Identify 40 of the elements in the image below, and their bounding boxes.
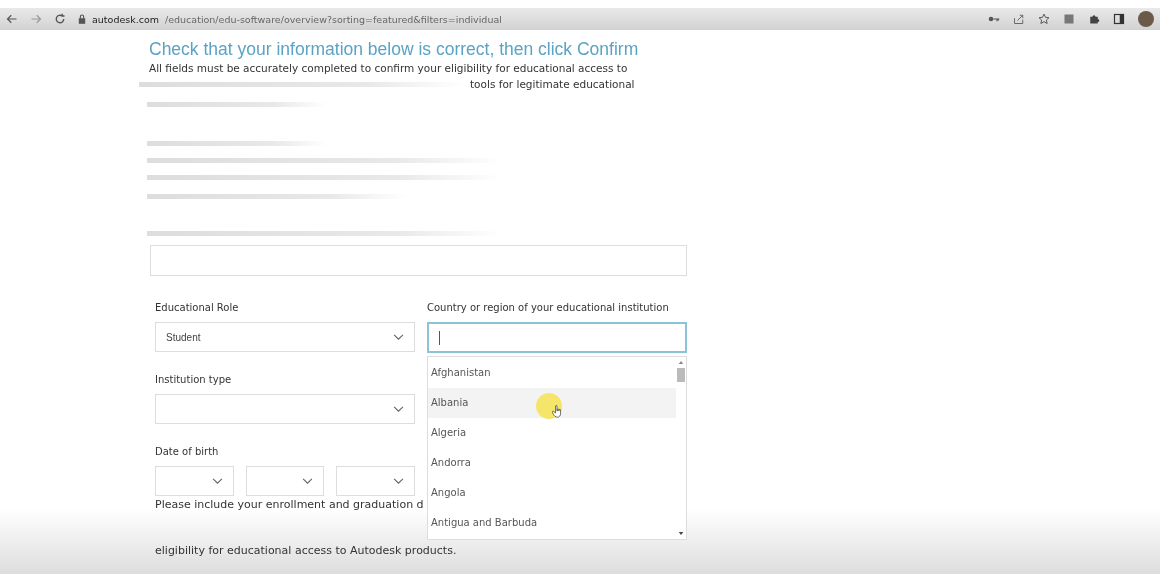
page-heading: Check that your information below is correct, then click Confirm <box>149 39 640 60</box>
field-label: Institution type <box>155 374 233 387</box>
chevron-down-icon <box>211 477 223 485</box>
country-option[interactable]: Antigua and Barbuda <box>428 508 676 538</box>
field-label: Educational Role <box>155 302 240 315</box>
dates-note-text: Please include your enrollment and graduation d <box>155 497 424 513</box>
field-label: Country or region of your educational institution <box>427 302 670 315</box>
share-icon[interactable] <box>1013 13 1025 25</box>
name-field[interactable] <box>150 245 687 276</box>
dates-note-text: eligibility for educational access to Autodesk products. <box>155 543 457 559</box>
country-option[interactable]: Angola <box>428 478 676 508</box>
reload-icon[interactable] <box>54 13 66 25</box>
side-panel-icon[interactable] <box>1113 13 1125 25</box>
dropdown-field[interactable] <box>245 466 325 496</box>
scroll-down-icon[interactable] <box>678 531 684 536</box>
dropdown-field[interactable] <box>155 394 415 424</box>
dropdown-field[interactable] <box>336 466 415 496</box>
chevron-down-icon <box>393 405 404 413</box>
chevron-down-icon <box>393 333 404 341</box>
chevron-down-icon <box>302 477 314 485</box>
scroll-up-icon[interactable] <box>678 360 684 365</box>
star-icon[interactable] <box>1038 13 1050 25</box>
dropdown-field[interactable]: Student <box>155 322 415 352</box>
profile-avatar[interactable] <box>1138 11 1154 27</box>
lock-icon <box>78 14 86 24</box>
puzzle-icon[interactable] <box>1088 13 1100 25</box>
scrollbar-thumb[interactable] <box>677 368 685 382</box>
back-icon[interactable] <box>6 13 18 25</box>
country-input-field[interactable] <box>427 322 687 353</box>
country-option[interactable]: Andorra <box>428 448 676 478</box>
country-option[interactable]: Afghanistan <box>428 358 676 388</box>
country-option[interactable]: Algeria <box>428 418 676 448</box>
dropdown-field[interactable] <box>155 466 234 496</box>
intro-text: All fields must be accurately completed to confirm your eligibility for educational access to <box>149 62 629 74</box>
country-option[interactable]: Albania <box>428 388 676 418</box>
chevron-down-icon <box>393 477 404 485</box>
extension-square-icon[interactable] <box>1063 13 1075 25</box>
intro-text: tools for legitimate educational <box>470 78 635 90</box>
field-label: Date of birth <box>155 446 220 459</box>
forward-icon[interactable] <box>30 13 42 25</box>
